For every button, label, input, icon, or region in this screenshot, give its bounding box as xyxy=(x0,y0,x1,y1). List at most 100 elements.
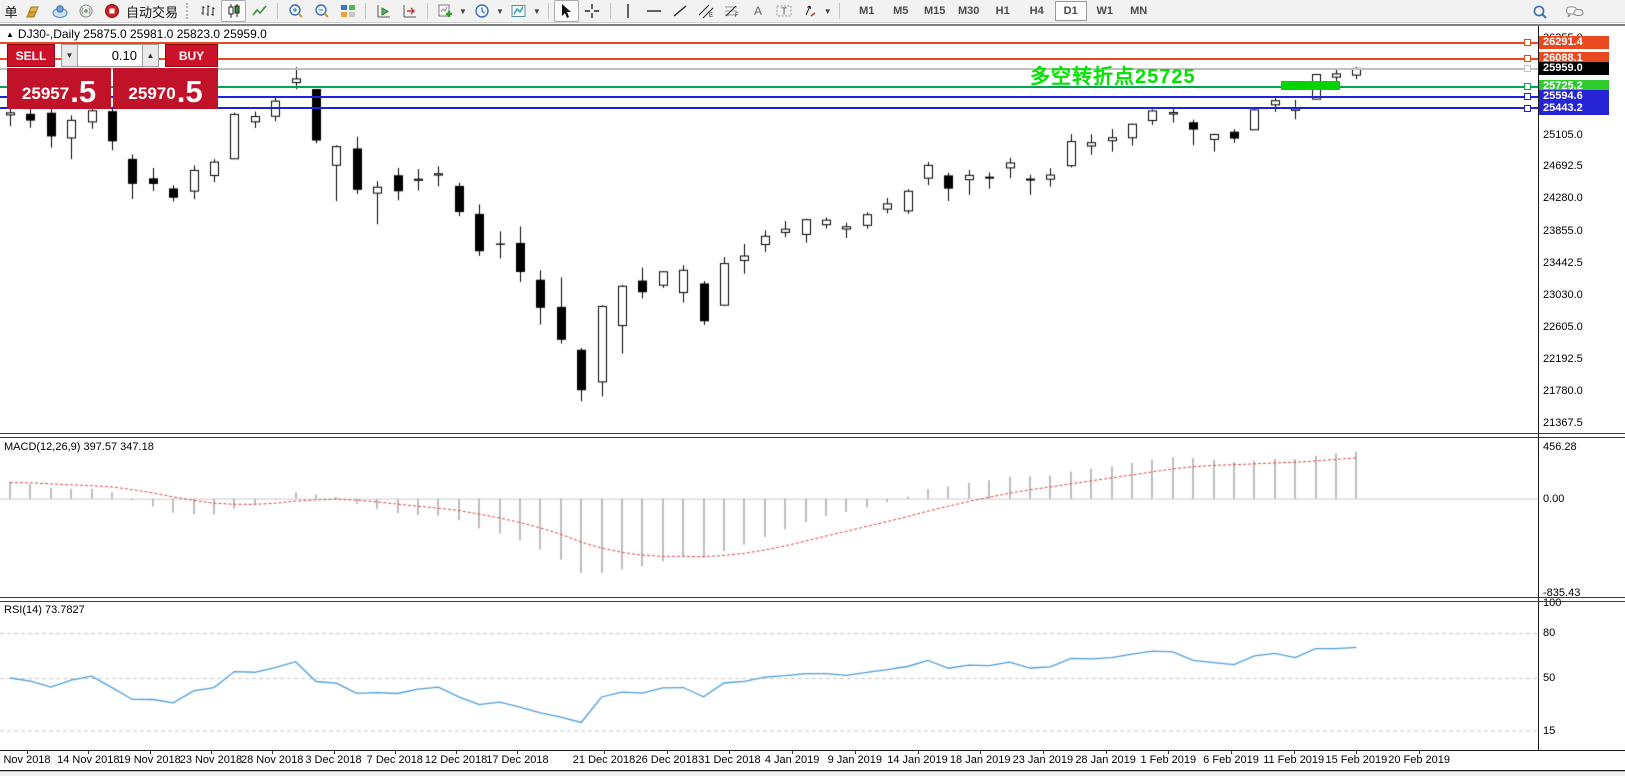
bid-price[interactable]: 25957.5 xyxy=(7,68,111,109)
arrows-icon[interactable] xyxy=(798,0,823,22)
macd-panel-separator[interactable] xyxy=(0,433,1625,438)
date-label-17: 28 Jan 2019 xyxy=(1075,754,1136,766)
mt4-window: 单 自动交易 ▼ ▼ ▼ E F A T ▼ xyxy=(0,0,1625,776)
rsi-panel-separator[interactable] xyxy=(0,597,1625,602)
timeframe-mn[interactable]: MN xyxy=(1123,1,1155,21)
cursor-icon[interactable] xyxy=(554,0,579,22)
indicators-dropdown-caret[interactable]: ▼ xyxy=(459,7,467,16)
svg-text:F: F xyxy=(735,13,739,19)
trendline-icon[interactable] xyxy=(668,0,693,22)
vertical-line-icon[interactable] xyxy=(616,0,641,22)
periods-clock-icon[interactable] xyxy=(470,0,495,22)
toolbar-right-group xyxy=(1527,1,1587,23)
price-tick-21780: 21780.0 xyxy=(1543,385,1583,397)
timeframe-h4[interactable]: H4 xyxy=(1021,1,1053,21)
bid-price-fraction: .5 xyxy=(70,76,96,107)
level-marker-26088.1[interactable] xyxy=(1524,55,1531,62)
chart-shift-icon[interactable] xyxy=(397,0,422,22)
volume-increase-button[interactable]: ▲ xyxy=(142,44,159,67)
date-label-1: 14 Nov 2018 xyxy=(57,754,119,766)
arrows-dropdown-caret[interactable]: ▼ xyxy=(824,7,832,16)
sell-button[interactable]: SELL xyxy=(7,44,55,67)
toolbar-separator xyxy=(277,3,278,19)
price-tag-26291.4: 26291.4 xyxy=(1539,36,1609,49)
pivot-annotation-text[interactable]: 多空转折点25725 xyxy=(1030,60,1196,89)
text-label-icon[interactable]: T xyxy=(772,0,797,22)
ask-price-fraction: .5 xyxy=(177,76,203,107)
toolbar-separator xyxy=(548,3,549,19)
level-marker-26291.4[interactable] xyxy=(1524,39,1531,46)
timeframe-toolbar: M1M5M15M30H1H4D1W1MN xyxy=(851,1,1155,21)
toolbar-separator xyxy=(365,3,366,19)
crosshair-icon[interactable] xyxy=(580,0,605,22)
rsi-scale-80: 80 xyxy=(1543,627,1555,639)
ask-price[interactable]: 25970.5 xyxy=(113,68,218,109)
svg-text:A: A xyxy=(754,4,762,18)
price-axis-border xyxy=(1538,25,1539,750)
templates-dropdown-caret[interactable]: ▼ xyxy=(533,7,541,16)
date-label-13: 9 Jan 2019 xyxy=(828,754,882,766)
tile-windows-icon[interactable] xyxy=(335,0,360,22)
autoscroll-icon[interactable] xyxy=(371,0,396,22)
macd-scale-456.28: 456.28 xyxy=(1543,441,1577,453)
timeframe-m5[interactable]: M5 xyxy=(885,1,917,21)
chat-icon[interactable] xyxy=(1562,1,1587,23)
level-marker-25725.2[interactable] xyxy=(1524,83,1531,90)
level-line-26088.1[interactable] xyxy=(0,58,1538,60)
level-line-25443.2[interactable] xyxy=(0,107,1538,109)
toolbar-separator xyxy=(610,3,611,19)
community-icon[interactable] xyxy=(47,0,72,22)
date-label-0: Nov 2018 xyxy=(3,754,50,766)
price-tag-25959: 25959.0 xyxy=(1539,62,1609,75)
text-icon[interactable]: A xyxy=(746,0,771,22)
level-line-26291.4[interactable] xyxy=(0,42,1538,44)
date-label-14: 14 Jan 2019 xyxy=(887,754,948,766)
new-order-button[interactable]: 单 xyxy=(2,0,20,22)
timeframe-m30[interactable]: M30 xyxy=(953,1,985,21)
bar-chart-icon[interactable] xyxy=(195,0,220,22)
date-label-22: 20 Feb 2019 xyxy=(1388,754,1450,766)
zoom-in-icon[interactable] xyxy=(283,0,308,22)
signals-icon[interactable] xyxy=(73,0,98,22)
fibonacci-icon[interactable]: F xyxy=(720,0,745,22)
volume-input[interactable] xyxy=(78,44,142,67)
new-order-partial-label: 单 xyxy=(4,2,17,21)
price-tick-21367.5: 21367.5 xyxy=(1543,417,1583,429)
level-marker-25959[interactable] xyxy=(1524,65,1531,72)
candlestick-chart-icon[interactable] xyxy=(221,0,246,22)
level-line-25959[interactable] xyxy=(0,68,1538,70)
main-toolbar: 单 自动交易 ▼ ▼ ▼ E F A T ▼ xyxy=(0,0,1625,23)
zoom-out-icon[interactable] xyxy=(309,0,334,22)
periods-dropdown-caret[interactable]: ▼ xyxy=(496,7,504,16)
volume-decrease-button[interactable]: ▼ xyxy=(61,44,78,67)
toolbar-bottom-band xyxy=(0,24,1625,26)
horizontal-line-icon[interactable] xyxy=(642,0,667,22)
level-line-25594.6[interactable] xyxy=(0,96,1538,98)
autotrading-label[interactable]: 自动交易 xyxy=(126,2,178,21)
chart-canvas[interactable] xyxy=(0,0,1538,776)
timeframe-h1[interactable]: H1 xyxy=(987,1,1019,21)
macd-indicator-label: MACD(12,26,9) 397.57 347.18 xyxy=(4,441,154,453)
market-watch-gold-icon[interactable] xyxy=(21,0,46,22)
equidistant-channel-icon[interactable]: E xyxy=(694,0,719,22)
toolbar-grip xyxy=(186,3,191,19)
timeframe-m1[interactable]: M1 xyxy=(851,1,883,21)
autotrading-icon[interactable] xyxy=(99,0,124,22)
pivot-highlight-bar[interactable] xyxy=(1281,81,1340,90)
line-chart-icon[interactable] xyxy=(247,0,272,22)
timeframe-w1[interactable]: W1 xyxy=(1089,1,1121,21)
level-marker-25443.2[interactable] xyxy=(1524,105,1531,112)
level-marker-25594.6[interactable] xyxy=(1524,93,1531,100)
date-label-15: 18 Jan 2019 xyxy=(950,754,1011,766)
timeframe-m15[interactable]: M15 xyxy=(919,1,951,21)
date-label-9: 21 Dec 2018 xyxy=(573,754,635,766)
timeframe-d1[interactable]: D1 xyxy=(1055,1,1087,21)
indicators-add-icon[interactable] xyxy=(433,0,458,22)
templates-icon[interactable] xyxy=(507,0,532,22)
rsi-scale-15: 15 xyxy=(1543,725,1555,737)
price-tick-22605: 22605.0 xyxy=(1543,321,1583,333)
buy-button[interactable]: BUY xyxy=(165,44,218,67)
search-icon[interactable] xyxy=(1527,1,1552,23)
price-tick-24280: 24280.0 xyxy=(1543,192,1583,204)
toolbar-separator xyxy=(839,3,840,19)
